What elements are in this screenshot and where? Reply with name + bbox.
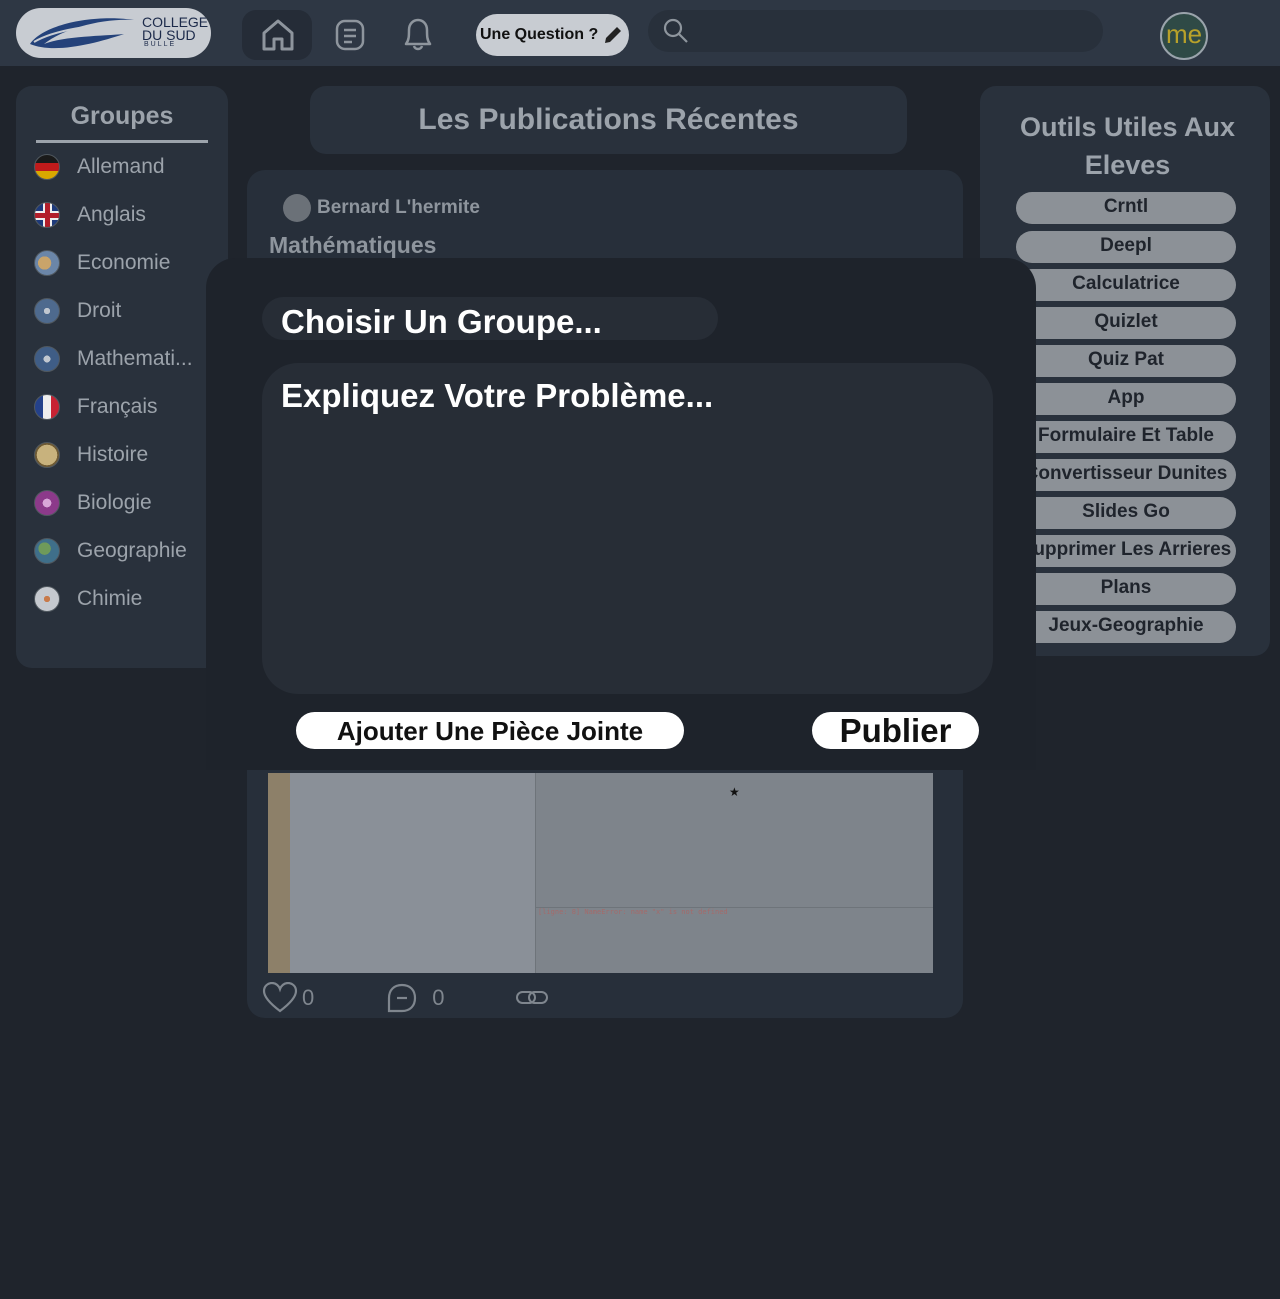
- bell-icon[interactable]: [398, 14, 438, 54]
- link-icon: [515, 991, 548, 1004]
- handshake-icon: [34, 250, 60, 276]
- group-item-mathematiques[interactable]: Mathemati...: [34, 344, 193, 374]
- comment-count: 0: [432, 985, 445, 1010]
- group-item-francais[interactable]: Français: [34, 392, 158, 422]
- group-item-anglais[interactable]: Anglais: [34, 200, 146, 230]
- tool-button-slides-go[interactable]: Slides Go: [1016, 497, 1236, 529]
- publish-button[interactable]: Publier: [812, 712, 979, 749]
- group-select[interactable]: Choisir Un Groupe...: [262, 297, 718, 340]
- group-item-label: Geographie: [77, 539, 187, 562]
- group-item-geographie[interactable]: Geographie: [34, 536, 187, 566]
- post-author[interactable]: Bernard L'hermite: [283, 194, 480, 222]
- author-avatar-icon: [283, 194, 311, 222]
- group-item-label: Biologie: [77, 491, 152, 514]
- document-list-icon[interactable]: [334, 18, 366, 52]
- group-item-label: Economie: [77, 251, 171, 274]
- pencil-icon: [605, 27, 622, 43]
- post-actions: 0 0: [262, 982, 549, 1014]
- dna-icon: [34, 490, 60, 516]
- heart-icon: [262, 982, 298, 1013]
- comment-button[interactable]: 0: [386, 982, 445, 1014]
- like-count: 0: [302, 985, 315, 1010]
- group-item-label: Français: [77, 395, 158, 418]
- group-item-label: Allemand: [77, 155, 165, 178]
- group-item-chimie[interactable]: Chimie: [34, 584, 142, 614]
- globe-icon: [34, 538, 60, 564]
- logo-line-3: BULLE: [144, 41, 177, 48]
- tool-button-crntl[interactable]: Crntl: [1016, 192, 1236, 224]
- tool-button-quiz-pat[interactable]: Quiz Pat: [1016, 345, 1236, 377]
- flag-france-icon: [34, 394, 60, 420]
- problem-textarea[interactable]: Expliquez Votre Problème...: [262, 363, 993, 694]
- avatar-text: me: [1165, 18, 1203, 49]
- ask-question-button[interactable]: Une Question ?: [476, 14, 629, 56]
- tool-button-formulaire-et-table[interactable]: Formulaire Et Table: [1016, 421, 1236, 453]
- add-attachment-button[interactable]: Ajouter Une Pièce Jointe: [296, 712, 684, 749]
- tool-button-jeux-geographie[interactable]: Jeux-Geographie: [1016, 611, 1236, 643]
- logo-swoosh-icon: [30, 18, 134, 49]
- preview-sidebar-rail: [268, 773, 290, 973]
- search-icon: [663, 18, 688, 43]
- tool-button-plans[interactable]: Plans: [1016, 573, 1236, 605]
- turtle-marker-icon: ★: [729, 785, 740, 799]
- tool-button-supprimer-les-arrieres[interactable]: Supprimer Les Arrieres: [1016, 535, 1236, 567]
- groups-title: Groupes: [70, 102, 174, 130]
- group-item-label: Droit: [77, 299, 122, 322]
- group-item-biologie[interactable]: Biologie: [34, 488, 152, 518]
- preview-code-column: [290, 773, 535, 973]
- like-button[interactable]: 0: [262, 982, 314, 1014]
- group-item-label: Anglais: [77, 203, 146, 226]
- clock-icon: [34, 442, 60, 468]
- copy-link-button[interactable]: [515, 988, 549, 1008]
- college-logo[interactable]: COLLEGE DU SUD BULLE: [16, 8, 211, 58]
- flag-uk-icon: [34, 202, 60, 228]
- tool-button-deepl[interactable]: Deepl: [1016, 231, 1236, 263]
- search-bar[interactable]: [648, 10, 1103, 52]
- tool-button-convertisseur-dunites[interactable]: Convertisseur Dunites: [1016, 459, 1236, 491]
- recent-posts-header: Les Publications Récentes: [310, 86, 907, 154]
- post-group[interactable]: Mathématiques: [269, 232, 436, 259]
- groups-panel: Groupes Allemand Anglais Economie Droit …: [16, 86, 228, 668]
- post-attachment-preview[interactable]: ★ [ligne: 8] NameError: name "x" is not …: [268, 773, 933, 973]
- preview-error-text: [ligne: 8] NameError: name "x" is not de…: [538, 908, 728, 916]
- groups-title-underline: [36, 140, 208, 143]
- flask-icon: [34, 586, 60, 612]
- group-item-histoire[interactable]: Histoire: [34, 440, 148, 470]
- top-bar: COLLEGE DU SUD BULLE Une Question ? me: [0, 0, 1280, 66]
- group-item-label: Histoire: [77, 443, 149, 466]
- tools-title: Outils Utiles Aux Eleves: [1019, 112, 1236, 180]
- math-symbols-icon: [34, 346, 60, 372]
- home-icon: [262, 19, 294, 51]
- tool-button-app[interactable]: App: [1016, 383, 1236, 415]
- preview-divider: [535, 773, 536, 973]
- tool-button-calculatrice[interactable]: Calculatrice: [1016, 269, 1236, 301]
- group-item-allemand[interactable]: Allemand: [34, 152, 165, 182]
- user-avatar[interactable]: me: [1160, 12, 1208, 60]
- scales-icon: [34, 298, 60, 324]
- group-item-label: Chimie: [77, 587, 143, 610]
- flag-germany-icon: [34, 154, 60, 180]
- group-item-droit[interactable]: Droit: [34, 296, 121, 326]
- group-item-economie[interactable]: Economie: [34, 248, 170, 278]
- post-author-name: Bernard L'hermite: [317, 197, 480, 218]
- nav-home-button[interactable]: [242, 10, 312, 60]
- tool-button-quizlet[interactable]: Quizlet: [1016, 307, 1236, 339]
- group-item-label: Mathemati...: [77, 347, 193, 370]
- comment-icon: [388, 983, 417, 1013]
- ask-question-label: Une Question ?: [480, 26, 599, 43]
